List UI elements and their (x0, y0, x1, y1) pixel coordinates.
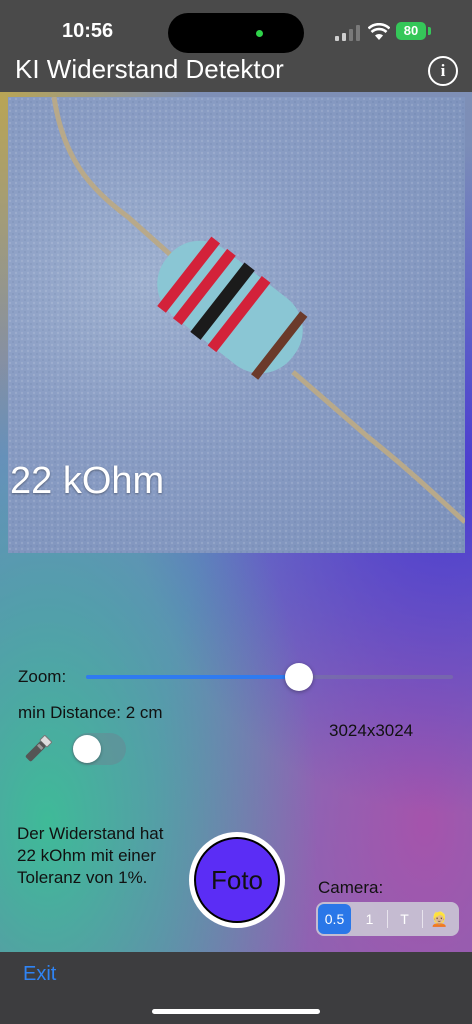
battery-tip (428, 27, 431, 35)
camera-preview: 22 kOhm (8, 97, 465, 553)
foto-button[interactable]: Foto (194, 837, 280, 923)
battery-icon: 80 (396, 22, 426, 40)
toggle-knob (73, 735, 101, 763)
resolution-label: 3024x3024 (329, 721, 414, 740)
top-bar: 10:56 80 KI Widerstand Detektor i (0, 0, 472, 96)
camera-option-front[interactable]: 👱🏼 (423, 904, 456, 934)
cellular-signal-icon (335, 25, 361, 41)
flashlight-icon (25, 735, 52, 762)
home-indicator[interactable] (152, 1009, 320, 1014)
camera-selector[interactable]: 0.5 1 T 👱🏼 (316, 902, 459, 936)
zoom-slider-thumb[interactable] (284, 663, 313, 691)
status-time: 10:56 (62, 20, 114, 42)
camera-option-1[interactable]: 1 (353, 904, 386, 934)
camera-option-t[interactable]: T (388, 904, 421, 934)
bottom-bar: Exit (0, 952, 472, 1024)
zoom-slider[interactable] (86, 663, 453, 691)
zoom-label: Zoom: (18, 667, 67, 686)
min-distance-label: min Distance: 2 cm (18, 703, 163, 722)
camera-option-0-5[interactable]: 0.5 (318, 904, 351, 934)
exit-button[interactable]: Exit (23, 963, 56, 986)
flashlight-toggle[interactable] (72, 733, 126, 765)
result-description: Der Widerstand hat 22 kOhm mit einer Tol… (17, 824, 164, 887)
app-title: KI Widerstand Detektor (15, 54, 284, 84)
foto-button-ring[interactable]: Foto (189, 832, 285, 928)
wifi-icon (368, 23, 390, 40)
info-icon[interactable]: i (428, 56, 458, 86)
camera-label: Camera: (318, 878, 384, 897)
dynamic-island (168, 13, 304, 53)
camera-indicator-dot (256, 30, 263, 37)
zoom-slider-fill (86, 675, 299, 679)
resistance-result: 22 kOhm (10, 460, 165, 502)
